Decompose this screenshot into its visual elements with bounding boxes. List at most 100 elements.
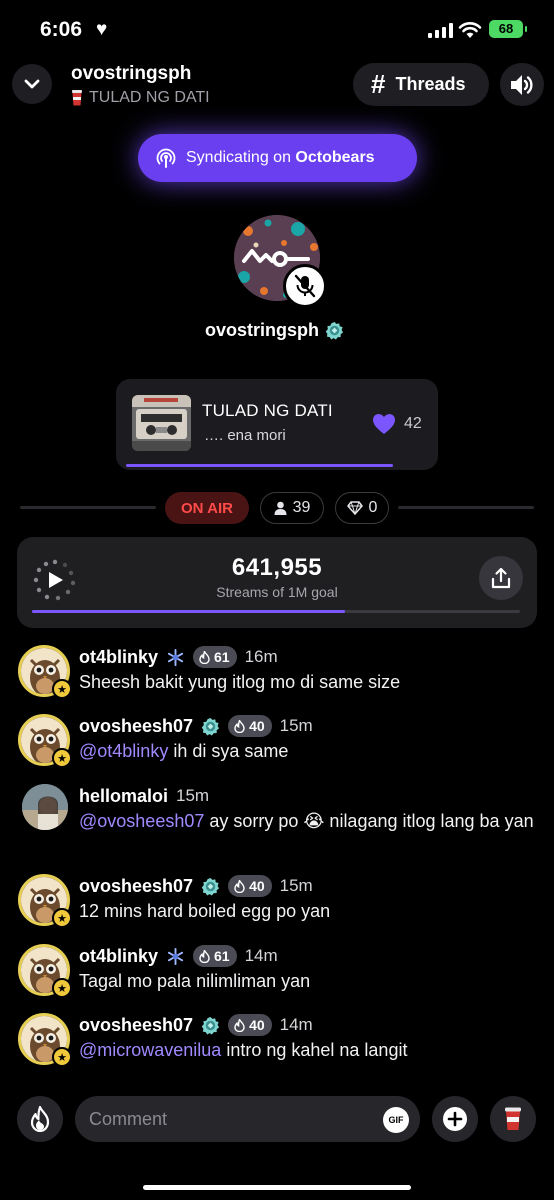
level-badge: 40 <box>228 875 272 897</box>
threads-label: Threads <box>395 74 466 94</box>
status-time: 6:06 <box>40 18 83 41</box>
star-badge-icon: ★ <box>52 978 72 998</box>
message-text: 12 mins hard boiled egg po yan <box>79 900 539 922</box>
chat-message[interactable]: ★ ot4blinky 61 14m Tagal mo pala nilimliman … <box>18 944 538 1004</box>
snowflake-badge-icon <box>167 648 184 666</box>
gif-button[interactable]: GIF <box>383 1107 409 1133</box>
chevron-down-icon <box>24 79 40 89</box>
flame-icon <box>199 949 210 963</box>
fire-button[interactable] <box>17 1096 63 1142</box>
status-bar: 6:06 ♥ 68 <box>0 0 554 58</box>
level-value: 40 <box>249 1017 265 1033</box>
heart-icon <box>373 414 395 434</box>
message-time: 14m <box>244 946 278 965</box>
divider <box>20 506 156 509</box>
message-header: ovosheesh07 40 14m <box>79 1013 313 1037</box>
speaker-icon <box>511 74 533 95</box>
cellular-signal-icon <box>428 23 454 38</box>
like-count: 42 <box>404 415 422 432</box>
message-text: @ot4blinky ih di sya same <box>79 740 539 762</box>
flame-icon <box>199 650 210 664</box>
streams-count: 641,955 <box>231 554 323 581</box>
level-value: 40 <box>249 878 265 894</box>
syndicating-pill[interactable]: Syndicating on Octobears <box>138 134 417 182</box>
like-button[interactable]: 42 <box>372 413 422 435</box>
share-button[interactable] <box>479 556 523 600</box>
level-badge: 61 <box>193 646 237 668</box>
share-icon <box>491 567 511 589</box>
cup-button[interactable] <box>490 1096 536 1142</box>
chat-message[interactable]: ★ ovosheesh07 40 15m 12 mins hard boiled egg… <box>18 874 538 934</box>
syndicating-brand: Octobears <box>295 149 375 166</box>
threads-button[interactable]: # Threads <box>353 63 489 106</box>
plus-circle-icon <box>443 1107 467 1131</box>
listeners-count[interactable]: 39 <box>260 492 324 524</box>
message-body: 12 mins hard boiled egg po yan <box>79 901 331 921</box>
level-badge: 40 <box>228 1014 272 1036</box>
add-button[interactable] <box>432 1096 478 1142</box>
message-body: Sheesh bakit yung itlog mo di same size <box>79 672 401 692</box>
streams-label: Streams of 1M goal <box>216 584 338 600</box>
minimize-button[interactable] <box>12 64 52 104</box>
message-time: 15m <box>279 876 313 895</box>
mention-link[interactable]: @microwavenilua <box>79 1040 221 1060</box>
now-playing-card[interactable]: TULAD NG DATI …. ena mori 42 <box>116 379 438 470</box>
fire-icon <box>30 1106 50 1132</box>
listeners-value: 39 <box>292 499 311 516</box>
message-time: 15m <box>176 786 210 805</box>
username[interactable]: ovosheesh07 <box>79 716 193 737</box>
song-title: TULAD NG DATI <box>202 401 333 420</box>
song-artist: …. ena mori <box>204 427 286 444</box>
battery-icon: 68 <box>489 20 527 38</box>
verified-badge-icon <box>201 877 220 896</box>
username[interactable]: ot4blinky <box>79 946 158 967</box>
streams-progress-fill <box>32 610 346 613</box>
chat-message[interactable]: ★ ovosheesh07 40 15m @ot4blinky ih di sya sa… <box>18 714 538 774</box>
level-badge: 61 <box>193 945 237 967</box>
message-text: Tagal mo pala nilimliman yan <box>79 970 539 992</box>
message-time: 14m <box>279 1015 313 1034</box>
mic-muted-icon <box>283 264 327 308</box>
user-avatar[interactable] <box>22 784 68 830</box>
wifi-icon <box>458 22 482 38</box>
song-progress-bar <box>126 464 393 467</box>
gems-count[interactable]: 0 <box>335 492 389 524</box>
chat-message[interactable]: ★ ot4blinky 61 16m Sheesh bakit yung itlog m… <box>18 645 538 705</box>
divider <box>398 506 534 509</box>
message-body: ih di sya same <box>168 741 289 761</box>
message-time: 15m <box>279 716 313 735</box>
sound-button[interactable] <box>500 63 544 106</box>
username[interactable]: ovosheesh07 <box>79 1015 193 1036</box>
mention-link[interactable]: @ovosheesh07 <box>79 811 204 831</box>
comment-input[interactable] <box>89 1096 369 1142</box>
chat-message[interactable]: ★ ovosheesh07 40 14m @microwavenilua intro n… <box>18 1013 538 1073</box>
username[interactable]: hellomaloi <box>79 786 168 807</box>
mention-link[interactable]: @ot4blinky <box>79 741 168 761</box>
level-value: 61 <box>214 649 230 665</box>
username[interactable]: ovosheesh07 <box>79 876 193 897</box>
star-badge-icon: ★ <box>52 748 72 768</box>
username[interactable]: ot4blinky <box>79 647 158 668</box>
level-badge: 40 <box>228 715 272 737</box>
room-title: ovostringsph <box>71 63 192 84</box>
verified-badge-icon <box>325 321 344 340</box>
broadcast-icon <box>156 148 176 168</box>
star-badge-icon: ★ <box>52 1047 72 1067</box>
flame-icon <box>234 879 245 893</box>
flame-icon <box>234 719 245 733</box>
streams-card <box>17 537 537 628</box>
heart-icon: ♥ <box>96 19 108 40</box>
person-icon <box>274 501 287 515</box>
level-value: 40 <box>249 718 265 734</box>
host-name-row[interactable]: ovostringsph <box>205 320 344 341</box>
message-text: Sheesh bakit yung itlog mo di same size <box>79 671 539 693</box>
chat-message[interactable]: hellomaloi 15m @ovosheesh07 ay sorry po 😭 … <box>18 784 538 864</box>
message-text: @ovosheesh07 ay sorry po 😭 nilagang itlo… <box>79 810 539 832</box>
room-subtitle: TULAD NG DATI <box>71 89 210 107</box>
message-header: hellomaloi 15m <box>79 784 209 808</box>
comment-box[interactable] <box>75 1096 420 1142</box>
gems-value: 0 <box>368 499 378 516</box>
message-body: intro ng kahel na langit <box>221 1040 408 1060</box>
message-header: ovosheesh07 40 15m <box>79 714 313 738</box>
album-art <box>132 395 191 451</box>
